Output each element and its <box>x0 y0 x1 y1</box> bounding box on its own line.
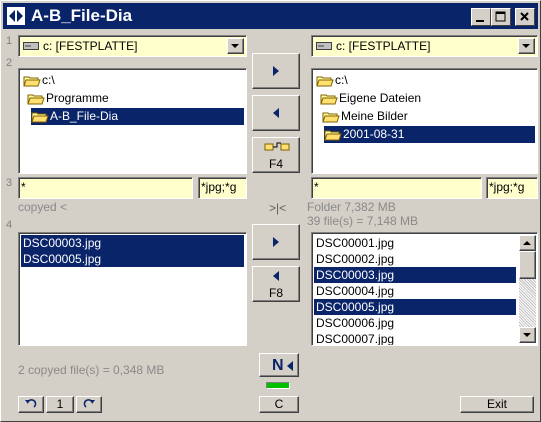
row-number-2: 2 <box>6 57 13 69</box>
left-drive-dropdown-button[interactable] <box>227 38 244 54</box>
chevron-down-icon <box>523 333 531 337</box>
scroll-track[interactable] <box>519 279 536 327</box>
right-drive-select[interactable]: c: [FESTPLATTE] <box>311 35 538 57</box>
arrow-right-icon <box>273 66 279 76</box>
rotate-left-icon <box>25 399 37 408</box>
new-button[interactable]: N <box>259 353 299 377</box>
list-item[interactable]: DSC00001.jpg <box>314 235 516 251</box>
c-button[interactable]: C <box>259 396 299 413</box>
right-tree-label: c:\ <box>335 73 348 87</box>
row-number-1: 1 <box>6 35 13 47</box>
minimize-button[interactable] <box>471 8 491 26</box>
list-item[interactable]: DSC00006.jpg <box>314 315 516 331</box>
left-tree-item-root[interactable]: c:\ <box>23 72 55 89</box>
folder-open-icon <box>27 94 45 105</box>
folder-link-icon <box>264 142 290 151</box>
copy-folder-left-button[interactable] <box>252 95 300 131</box>
maximize-button[interactable] <box>491 8 511 26</box>
app-window: A-B_File-Dia 1 2 3 4 c: [FESTPLATTE] c: … <box>0 0 541 422</box>
left-drive-select[interactable]: c: [FESTPLATTE] <box>18 35 247 57</box>
row-number-3: 3 <box>6 177 13 189</box>
left-tree-label: c:\ <box>42 73 55 87</box>
right-tree-item-selected[interactable]: 2001-08-31 <box>324 126 535 143</box>
left-filter-input[interactable]: * <box>18 177 193 199</box>
right-tree-item-root[interactable]: c:\ <box>316 72 348 89</box>
right-file-count: 39 file(s) = 7,148 MB <box>307 214 419 228</box>
list-item[interactable]: DSC00003.jpg <box>314 267 516 283</box>
folder-open-icon <box>322 112 340 123</box>
right-tree-item-meine-bilder[interactable]: Meine Bilder <box>322 108 408 125</box>
left-copied-summary: 2 copyed file(s) = 0,348 MB <box>18 363 165 377</box>
swap-symbol[interactable]: >|< <box>269 201 286 215</box>
row-number-4: 4 <box>6 219 13 231</box>
copy-files-right-button[interactable] <box>252 224 300 260</box>
left-tree-label: A-B_File-Dia <box>50 109 119 123</box>
maximize-icon <box>495 11 506 22</box>
list-item[interactable]: DSC00005.jpg <box>21 251 244 267</box>
right-folder-size: Folder 7,382 MB <box>307 200 396 214</box>
minimize-icon <box>476 20 484 22</box>
chevron-down-icon <box>522 44 530 48</box>
list-item[interactable]: DSC00004.jpg <box>314 283 516 299</box>
chevron-down-icon <box>231 44 239 48</box>
left-folder-tree[interactable]: c:\ Programme A-B_File-Dia <box>18 68 247 174</box>
left-copied-status: copyed < <box>18 200 68 214</box>
folder-open-icon <box>324 130 342 141</box>
n-label: N <box>272 357 284 374</box>
window-title: A-B_File-Dia <box>31 6 133 25</box>
close-icon <box>520 12 529 21</box>
folder-open-icon <box>316 76 334 87</box>
page-number[interactable]: 1 <box>46 396 74 413</box>
previous-page-button[interactable] <box>18 396 44 413</box>
left-mask-input[interactable]: *jpg;*g <box>198 177 247 199</box>
right-filter-input[interactable]: * <box>311 177 482 199</box>
folder-open-icon <box>31 112 49 123</box>
right-file-list-scrollbar[interactable] <box>519 235 536 343</box>
rotate-right-icon <box>83 399 95 408</box>
arrow-right-icon <box>273 237 279 247</box>
right-tree-label: 2001-08-31 <box>343 127 405 141</box>
title-bar[interactable]: A-B_File-Dia <box>3 3 538 29</box>
scroll-thumb[interactable] <box>519 251 536 279</box>
close-button[interactable] <box>515 8 535 26</box>
left-file-list[interactable]: DSC00003.jpg DSC00005.jpg <box>18 232 247 346</box>
left-tree-item-programme[interactable]: Programme <box>27 90 109 107</box>
status-indicator <box>266 382 290 389</box>
hard-drive-icon <box>316 42 332 50</box>
arrow-left-icon <box>273 271 279 281</box>
arrow-left-icon <box>273 108 279 118</box>
f4-label: F4 <box>268 157 283 171</box>
right-file-list[interactable]: DSC00001.jpg DSC00002.jpg DSC00003.jpg D… <box>311 232 538 346</box>
exit-button[interactable]: Exit <box>460 396 534 413</box>
right-drive-value: c: [FESTPLATTE] <box>336 39 431 53</box>
app-logo-icon <box>7 7 25 25</box>
right-tree-label: Meine Bilder <box>341 109 408 123</box>
list-item[interactable]: DSC00002.jpg <box>314 251 516 267</box>
scroll-up-button[interactable] <box>519 235 536 251</box>
list-item[interactable]: DSC00007.jpg <box>314 331 516 345</box>
f8-label: F8 <box>268 286 283 300</box>
right-tree-label: Eigene Dateien <box>339 91 422 105</box>
left-tree-item-selected[interactable]: A-B_File-Dia <box>31 108 244 125</box>
folder-open-icon <box>320 94 338 105</box>
scroll-down-button[interactable] <box>519 327 536 343</box>
folder-open-icon <box>23 76 41 87</box>
right-folder-tree[interactable]: c:\ Eigene Dateien Meine Bilder 2001-08-… <box>311 68 538 174</box>
right-mask-input[interactable]: *jpg;*g <box>486 177 538 199</box>
next-page-button[interactable] <box>76 396 102 413</box>
right-drive-dropdown-button[interactable] <box>518 38 535 54</box>
hard-drive-icon <box>23 42 39 50</box>
chevron-up-icon <box>523 241 531 245</box>
arrow-left-icon <box>287 361 293 371</box>
list-item[interactable]: DSC00005.jpg <box>314 299 516 315</box>
f8-button[interactable]: F8 <box>252 266 300 302</box>
f4-button[interactable]: F4 <box>252 137 300 173</box>
right-tree-item-eigene-dateien[interactable]: Eigene Dateien <box>320 90 421 107</box>
left-drive-value: c: [FESTPLATTE] <box>43 39 138 53</box>
list-item[interactable]: DSC00003.jpg <box>21 235 244 251</box>
left-tree-label: Programme <box>46 91 109 105</box>
copy-folder-right-button[interactable] <box>252 53 300 89</box>
